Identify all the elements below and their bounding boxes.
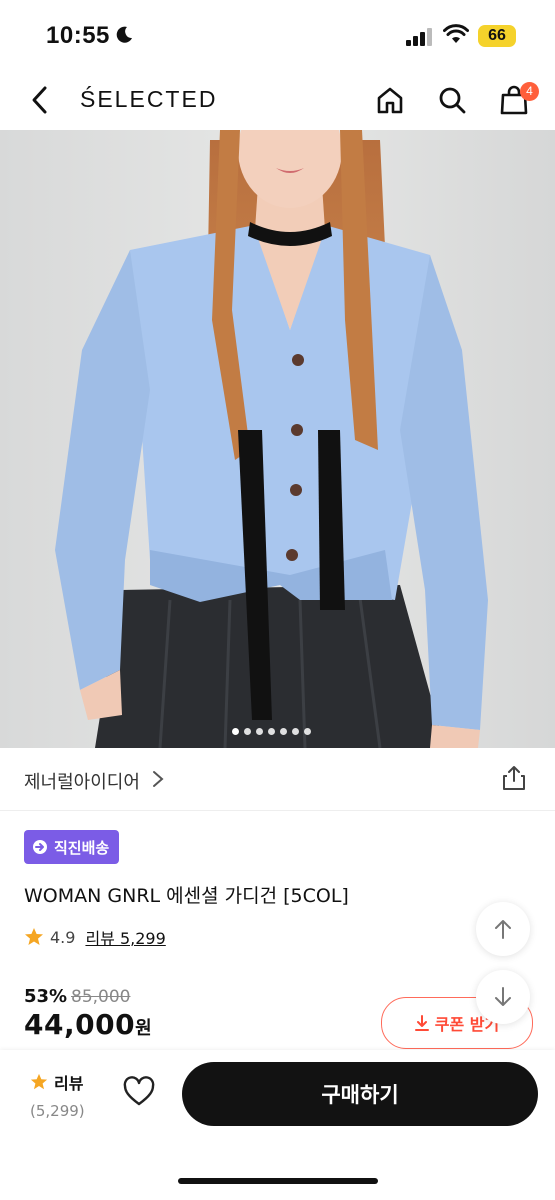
home-icon [377, 87, 403, 114]
cart-count-badge: 4 [520, 82, 539, 101]
chevron-right-icon [153, 771, 164, 787]
buy-button[interactable]: 구매하기 [182, 1062, 538, 1126]
chevron-left-icon [32, 86, 47, 114]
seller-row[interactable]: 제너럴아이디어 [0, 748, 555, 811]
sale-price: 44,000원 [24, 1008, 152, 1041]
currency: 원 [135, 1018, 153, 1039]
carousel-dot[interactable] [268, 728, 275, 735]
moon-icon [116, 26, 132, 43]
heart-icon[interactable] [122, 1076, 156, 1108]
seller-name[interactable]: 제너럴아이디어 [24, 768, 140, 794]
carousel-dots[interactable] [232, 728, 311, 735]
star-icon [25, 928, 43, 945]
status-time: 10:55 [46, 22, 110, 49]
share-icon[interactable] [500, 764, 528, 792]
rating-value: 4.9 [50, 927, 76, 947]
download-icon [414, 1015, 429, 1031]
carousel-dot[interactable] [292, 728, 299, 735]
status-bar: 10:55 66 [0, 0, 555, 72]
battery-indicator: 66 [478, 25, 516, 47]
scroll-top-button[interactable] [476, 902, 530, 956]
star-icon [30, 1073, 48, 1090]
carousel-dot[interactable] [280, 728, 287, 735]
scroll-bottom-button[interactable] [476, 970, 530, 1024]
product-title: WOMAN GNRL 에센셜 가디건 [5COL] [24, 885, 349, 907]
review-count: (5,299) [30, 1102, 85, 1120]
home-indicator [178, 1178, 378, 1184]
signal-icon [406, 28, 432, 46]
back-button[interactable] [24, 82, 54, 118]
delivery-arrow-icon [33, 840, 47, 854]
search-icon [439, 87, 466, 114]
product-image-carousel[interactable] [0, 130, 555, 748]
bottom-action-bar: 리뷰 (5,299) 구매하기 [0, 1050, 555, 1200]
review-summary[interactable]: 리뷰 (5,299) [30, 1070, 100, 1120]
wifi-icon [443, 24, 469, 43]
carousel-dot[interactable] [256, 728, 263, 735]
nav-bar: ŚELECTED 4 [0, 72, 555, 130]
carousel-dot[interactable] [304, 728, 311, 735]
review-link[interactable]: 리뷰 5,299 [85, 925, 165, 949]
carousel-dot[interactable] [232, 728, 239, 735]
original-price: 85,000 [71, 987, 131, 1007]
product-photo [0, 130, 555, 748]
rating-row: 4.9 리뷰 5,299 [24, 925, 166, 949]
home-button[interactable] [370, 80, 410, 120]
sale-price-value: 44,000 [24, 1008, 136, 1041]
badge-label: 직진배송 [54, 838, 110, 857]
review-label: 리뷰 [54, 1074, 84, 1093]
carousel-dot[interactable] [244, 728, 251, 735]
cart-button[interactable]: 4 [494, 80, 539, 120]
discount-rate: 53% [24, 986, 68, 1007]
search-button[interactable] [432, 80, 472, 120]
arrow-down-icon [495, 987, 511, 1006]
direct-delivery-badge: 직진배송 [24, 830, 120, 864]
arrow-up-icon [495, 920, 511, 939]
brand-logo[interactable]: ŚELECTED [80, 86, 217, 113]
